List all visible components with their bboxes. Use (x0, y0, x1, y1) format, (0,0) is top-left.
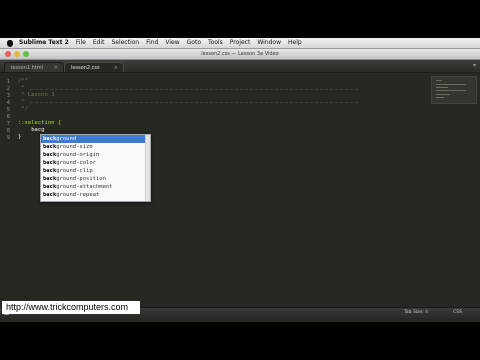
code-line-current: bacg (18, 127, 45, 133)
code-line: /** (18, 78, 28, 84)
close-tab-icon[interactable]: × (54, 63, 58, 73)
menu-file[interactable]: File (76, 38, 86, 48)
line-number: 5 (6, 107, 10, 113)
line-number: 7 (6, 121, 10, 127)
menu-help[interactable]: Help (288, 38, 302, 48)
line-number: 4 (6, 100, 10, 106)
tab-label: lesson1.html (11, 65, 44, 71)
autocomplete-item[interactable]: background (41, 135, 150, 143)
screen: { "menubar": { "app_name": "Sublime Text… (0, 0, 480, 360)
syntax-indicator[interactable]: CSS (453, 308, 462, 318)
line-gutter: 1 2 3 4 5 6 7 8 9 (0, 73, 14, 322)
close-tab-icon[interactable]: × (114, 63, 118, 73)
tab-bar: lesson1.html × lesson2.css × ▾ (0, 60, 480, 73)
menu-project[interactable]: Project (230, 38, 251, 48)
code-line: ::selection { (18, 120, 62, 126)
line-number: 9 (6, 135, 10, 141)
autocomplete-item[interactable]: background-color (41, 159, 150, 167)
menu-window[interactable]: Window (257, 38, 281, 48)
code-line: * Lesson 3 (18, 92, 55, 98)
menu-bar: Sublime Text 2 File Edit Selection Find … (0, 38, 480, 49)
menu-tools[interactable]: Tools (208, 38, 223, 48)
autocomplete-item[interactable]: background-repeat (41, 191, 150, 199)
autocomplete-item[interactable]: background-clip (41, 167, 150, 175)
comment-rule (30, 102, 358, 103)
code-line: * (18, 99, 25, 105)
tab-overflow-icon[interactable]: ▾ (473, 62, 476, 69)
tab-lesson1-html[interactable]: lesson1.html × (4, 62, 64, 72)
tab-lesson2-css[interactable]: lesson2.css × (64, 62, 124, 72)
autocomplete-item[interactable]: background-size (41, 143, 150, 151)
line-number: 6 (6, 114, 10, 120)
autocomplete-item[interactable]: background-attachment (41, 183, 150, 191)
comment-rule (30, 89, 358, 90)
menu-app-name[interactable]: Sublime Text 2 (19, 38, 69, 48)
tab-size-indicator[interactable]: Tab Size: 4 (404, 308, 428, 318)
code-line: } (18, 134, 22, 140)
line-number: 8 (6, 128, 10, 134)
window-title-bar[interactable]: lesson2.css — Lesson 3a Video (0, 49, 480, 60)
line-number: 3 (6, 93, 10, 99)
code-line: */ (18, 106, 28, 112)
minimap[interactable] (431, 76, 477, 104)
line-number: 1 (6, 79, 10, 85)
menu-edit[interactable]: Edit (93, 38, 105, 48)
autocomplete-scrollbar[interactable] (145, 135, 150, 201)
autocomplete-item[interactable]: background-origin (41, 151, 150, 159)
apple-icon[interactable] (7, 39, 13, 47)
watermark-url: http://www.trickcomputers.com (2, 301, 140, 314)
minimap-line (436, 90, 466, 91)
autocomplete-popup: background background-size background-or… (40, 134, 151, 202)
menu-goto[interactable]: Goto (187, 38, 201, 48)
minimap-line (436, 80, 442, 81)
menu-find[interactable]: Find (146, 38, 158, 48)
autocomplete-item[interactable]: background-position (41, 175, 150, 183)
menu-selection[interactable]: Selection (111, 38, 139, 48)
window-title: lesson2.css — Lesson 3a Video (201, 51, 279, 57)
minimap-line (436, 84, 466, 85)
menu-view[interactable]: View (165, 38, 179, 48)
code-line: * (18, 85, 25, 91)
minimap-line (436, 97, 444, 98)
line-number: 2 (6, 86, 10, 92)
minimap-line (436, 94, 450, 95)
minimap-line (436, 87, 448, 88)
app-frame: Sublime Text 2 File Edit Selection Find … (0, 38, 480, 322)
tab-label: lesson2.css (71, 65, 100, 71)
